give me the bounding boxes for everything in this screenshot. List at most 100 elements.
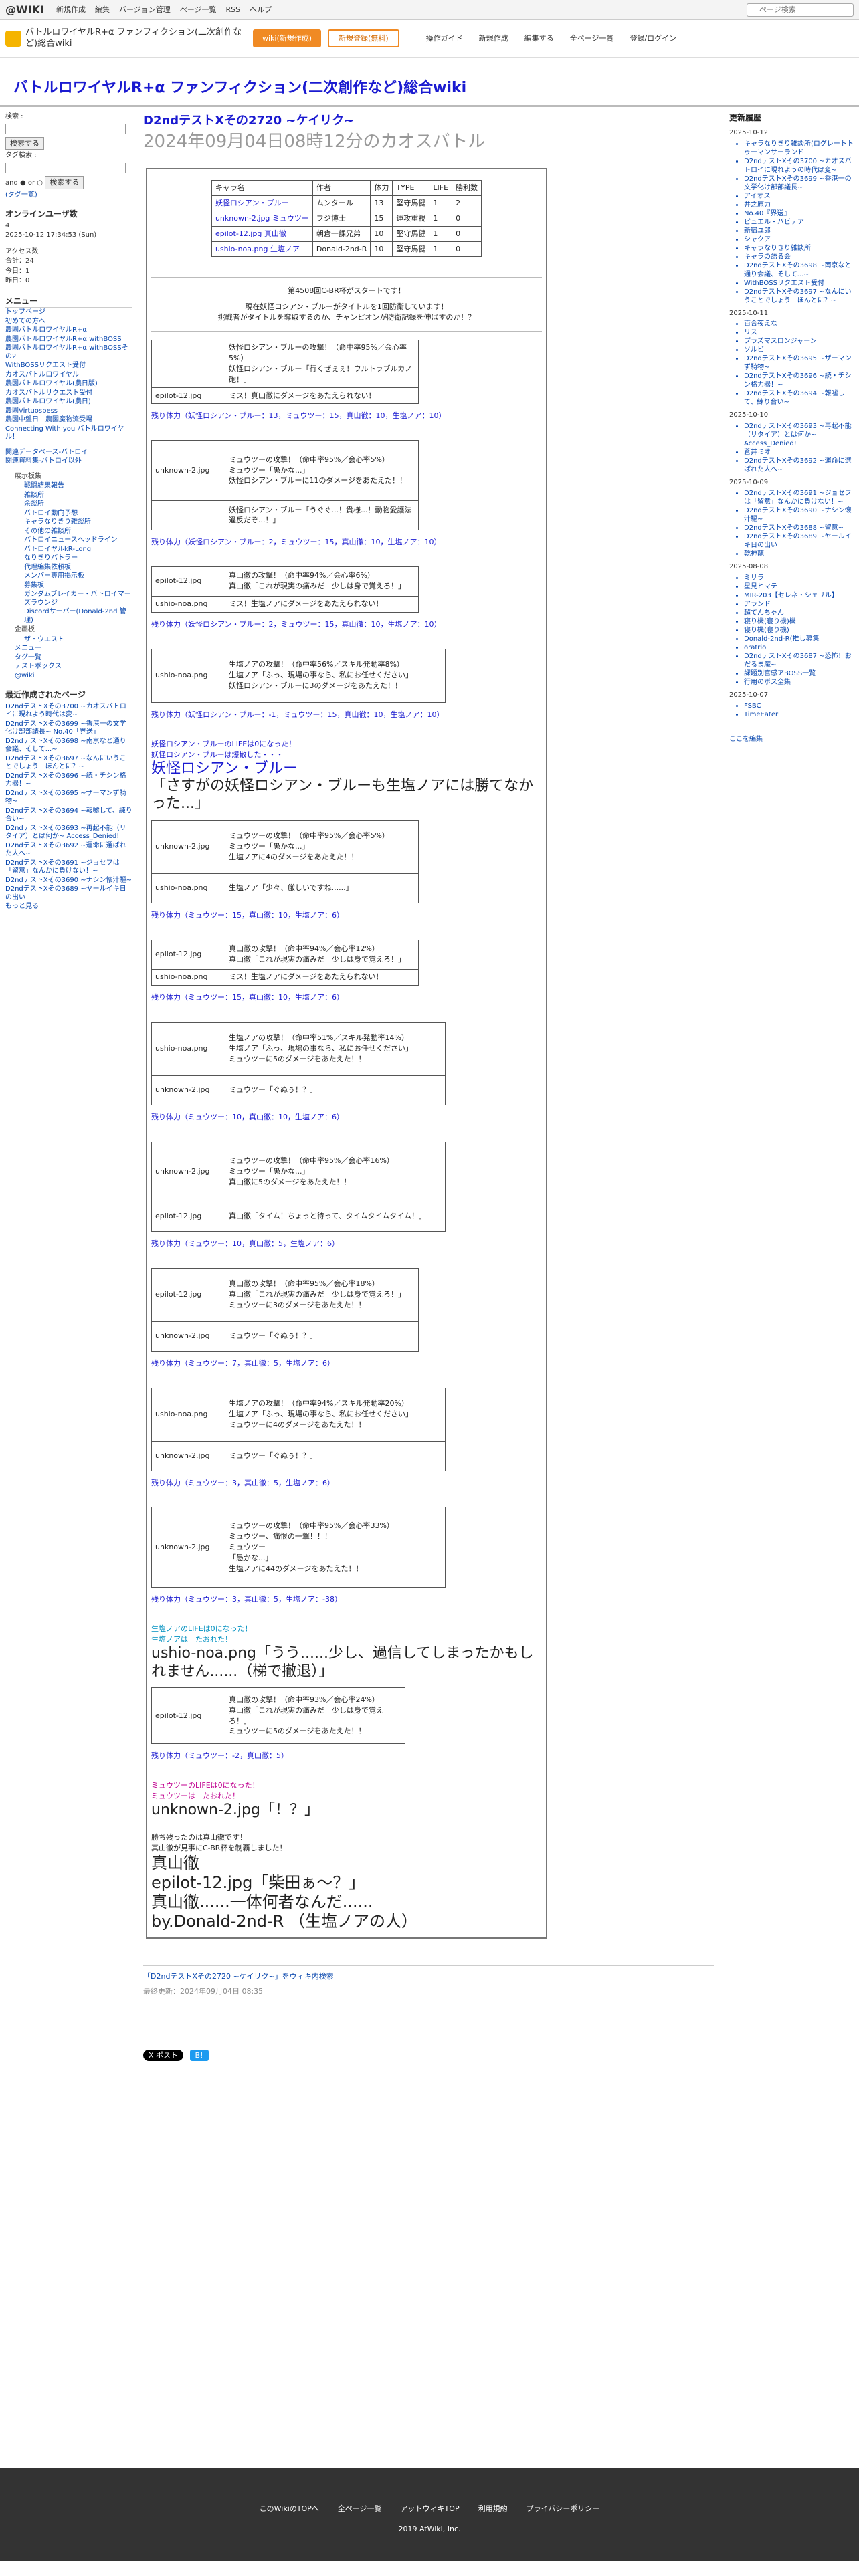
history-item[interactable]: D2ndテストXその3697 ~なんにいうことでしょう ほんとに？~ (744, 288, 854, 305)
recent-page-item[interactable]: D2ndテストXその3689 ~ヤールイキ日の出い (5, 885, 132, 902)
wiki-create-button[interactable]: wiki(新規作成) (253, 29, 322, 48)
x-post-button[interactable]: X ポスト (143, 2050, 184, 2062)
tag-search-input[interactable] (5, 162, 126, 173)
footer-link[interactable]: プライバシーポリシー (527, 2504, 600, 2513)
sidebar-search-input[interactable] (5, 123, 126, 134)
related-db-link[interactable]: 関連データベース-バトロイ (5, 449, 132, 457)
more-recent-link[interactable]: もっと見る (5, 903, 132, 911)
history-item[interactable]: 百合夜えな (744, 320, 854, 328)
menu-create[interactable]: 新規作成 (56, 5, 86, 15)
sidebar-search-button[interactable]: 検索する (5, 136, 44, 150)
menu-item[interactable]: 農園バトルロワイヤル(農日) (5, 398, 132, 407)
guide-link[interactable]: 操作ガイド (426, 33, 463, 44)
site-name[interactable]: バトルロワイヤルR+α ファンフィクション(二次創作など)総合wiki (25, 27, 253, 50)
history-item[interactable]: D2ndテストXその3688 ~留意~ (744, 524, 854, 532)
other-item[interactable]: ザ・ウエスト (5, 636, 132, 645)
atwiki-logo[interactable]: @WIKI (5, 2, 44, 17)
footer-link[interactable]: 全ページ一覧 (338, 2504, 382, 2513)
menu-version[interactable]: バージョン管理 (119, 5, 171, 15)
display-item[interactable]: バトロイニュースへッドライン (5, 536, 132, 545)
history-item[interactable]: アランド (744, 600, 854, 609)
history-item[interactable]: 超てんちゃん (744, 609, 854, 617)
menu-help[interactable]: ヘルプ (250, 5, 272, 15)
history-item[interactable]: ソルビ (744, 346, 854, 354)
and-or-radio[interactable]: and ● or ○ (5, 179, 43, 187)
history-item[interactable]: D2ndテストXその3699 ~香港一の文学化け部部議長~ (744, 175, 854, 192)
display-item[interactable]: 代理編集依頼板 (5, 564, 132, 572)
display-item[interactable]: 戦闘結果報告 (5, 482, 132, 491)
history-item[interactable]: 寝り機(寝り機) (744, 626, 854, 635)
recent-page-item[interactable]: D2ndテストXその3699 ~香港一の文学化け部部議長~ No.40「界送」 (5, 720, 132, 737)
recent-page-item[interactable]: D2ndテストXその3698 ~南京なと通り会議、そして...~ (5, 738, 132, 754)
table-cell[interactable]: 妖怪ロシアン・ブルー (211, 195, 313, 211)
extra-item[interactable]: テストボックス (5, 663, 132, 671)
history-item[interactable]: oratrio (744, 643, 854, 652)
menu-item[interactable]: WithBOSSリクエスト受付 (5, 362, 132, 370)
recent-page-item[interactable]: D2ndテストXその3694 ~報嘘して、練り合い~ (5, 807, 132, 824)
history-item[interactable]: D2ndテストXその3693 ~再起不能（リタイア）とは何か~ Access_D… (744, 422, 854, 448)
history-item[interactable]: キャラなりきり雑談所(ログレートトゥーマンサーランド (744, 140, 854, 157)
history-item[interactable]: 星見ヒマテ (744, 582, 854, 591)
table-cell[interactable]: epilot-12.jpg 真山徹 (211, 225, 313, 242)
table-cell[interactable]: ushio-noa.png 生塩ノア (211, 241, 313, 257)
menu-item[interactable]: 農園バトルロワイヤルR+α withBOSSその2 (5, 344, 132, 361)
history-item[interactable]: 蒼井ミオ (744, 448, 854, 457)
menu-edit[interactable]: 編集 (95, 5, 110, 15)
history-item[interactable]: No.40『界送』 (744, 209, 854, 218)
history-item[interactable]: D2ndテストXその3691 ~ジョセフは「留意」なんかに負けない！~ (744, 489, 854, 506)
footer-link[interactable]: アットウィキTOP (401, 2504, 460, 2513)
menu-pages[interactable]: ページ一覧 (180, 5, 217, 15)
history-item[interactable]: 寝り機(寝り機)機 (744, 617, 854, 626)
related-docs-link[interactable]: 関連資料集-バトロイ以外 (5, 457, 132, 466)
menu-item[interactable]: 農園バトルロワイヤルR+α (5, 326, 132, 335)
display-item[interactable]: なりきりバトラー (5, 554, 132, 563)
tag-list-link[interactable]: (タグ一覧) (5, 191, 132, 200)
recent-page-item[interactable]: D2ndテストXその3691 ~ジョセフは「留意」なんかに負けない！~ (5, 859, 132, 876)
menu-item[interactable]: カオスバトルリクエスト受付 (5, 389, 132, 398)
history-item[interactable]: D2ndテストXその3698 ~南京なと通り会議、そして...~ (744, 261, 854, 279)
menu-item[interactable]: Connecting With you バトルロワイヤル！ (5, 425, 132, 442)
footer-link[interactable]: 利用規約 (478, 2504, 508, 2513)
display-item[interactable]: メンバー専用掲示板 (5, 572, 132, 581)
history-item[interactable]: D2ndテストXその3692 ~運命に選ばれた人へ~ (744, 457, 854, 474)
new-link[interactable]: 新規作成 (479, 33, 508, 44)
history-item[interactable]: アイオス (744, 192, 854, 201)
menu-item[interactable]: 農園バトルロワイヤル(農日版) (5, 380, 132, 389)
history-item[interactable]: Donald-2nd-R(推し募集 (744, 635, 854, 643)
history-item[interactable]: D2ndテストXその3690 ~ナシン懐汁驅~ (744, 506, 854, 524)
extra-item[interactable]: メニュー (5, 645, 132, 653)
history-item[interactable]: D2ndテストXその3696 ~続・チシン格力器！~ (744, 372, 854, 389)
history-item[interactable]: D2ndテストXその3694 ~報嘘して、練り合い~ (744, 389, 854, 407)
table-cell[interactable]: unknown-2.jpg ミュウツー (211, 210, 313, 227)
history-item[interactable]: 乾神龍 (744, 550, 854, 558)
display-item[interactable]: バトロイヤルkR-Long (5, 546, 132, 554)
history-item[interactable]: キャラの語る会 (744, 253, 854, 261)
menu-item[interactable]: 農園Virtuosbess (5, 407, 132, 416)
history-item[interactable]: シャクア (744, 235, 854, 244)
display-item[interactable]: 募集板 (5, 582, 132, 591)
history-item[interactable]: 課題別宮感アBOSS一覧 (744, 669, 854, 678)
menu-rss[interactable]: RSS (226, 5, 241, 15)
recent-page-item[interactable]: D2ndテストXその3696 ~続・チシン格力器！~ (5, 772, 132, 789)
history-item[interactable]: D2ndテストXその3687 ~恐怖！おだるま魔~ (744, 652, 854, 669)
hatena-button[interactable]: B! (189, 2050, 209, 2062)
register-button[interactable]: 新規登録(無料) (328, 29, 399, 48)
recent-page-item[interactable]: D2ndテストXその3690 ~ナシン懐汁驅~ (5, 877, 132, 885)
history-item[interactable]: ミリラ (744, 574, 854, 582)
menu-item[interactable]: トップページ (5, 308, 132, 317)
edit-this-link[interactable]: ここを編集 (729, 736, 763, 743)
recent-page-item[interactable]: D2ndテストXその3692 ~運命に選ばれた人へ~ (5, 842, 132, 859)
display-item[interactable]: 雑談所 (5, 492, 132, 500)
menu-item[interactable]: 農園バトルロワイヤルR+α withBOSS (5, 336, 132, 344)
extra-item[interactable]: タグ一覧 (5, 654, 132, 663)
login-link[interactable]: 登録/ログイン (630, 33, 676, 44)
history-item[interactable]: MIR-203【セレネ・シェリル】 (744, 591, 854, 600)
history-item[interactable]: 行用のボス全集 (744, 678, 854, 687)
recent-page-item[interactable]: D2ndテストXその3695 ~ザーマンず騎物~ (5, 790, 132, 807)
footer-link[interactable]: このWikiのTOPへ (260, 2504, 319, 2513)
display-item[interactable]: キャラなりきり雑談所 (5, 518, 132, 527)
tag-search-button[interactable]: 検索する (45, 175, 84, 189)
all-pages-link[interactable]: 全ページ一覧 (570, 33, 614, 44)
history-item[interactable]: 井之原力 (744, 201, 854, 209)
menu-item[interactable]: 農園中盤日 農園魔物流受場 (5, 416, 132, 425)
